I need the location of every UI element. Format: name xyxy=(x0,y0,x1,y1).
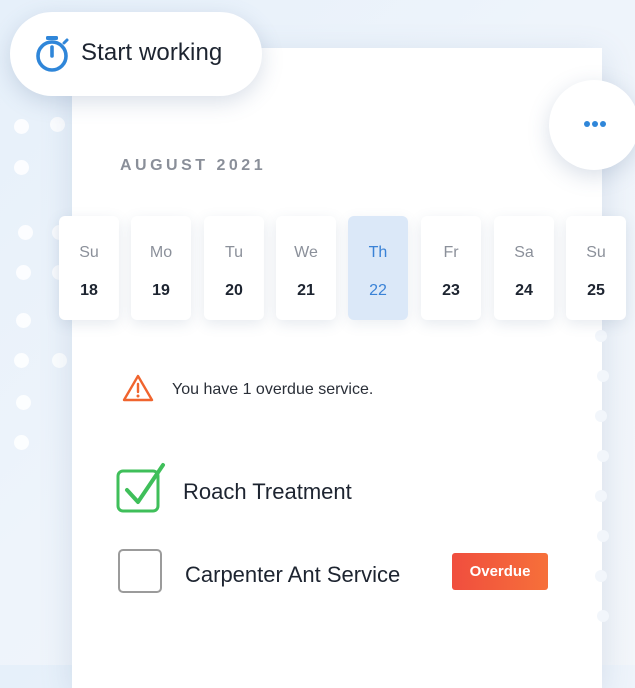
task-label: Roach Treatment xyxy=(183,479,352,504)
day-number: 20 xyxy=(225,282,243,299)
day-name: Fr xyxy=(443,244,459,261)
start-working-label: Start working xyxy=(81,39,223,66)
overdue-badge: Overdue xyxy=(452,553,548,590)
day-name: Su xyxy=(586,244,606,261)
day-name: Su xyxy=(79,244,99,261)
task-checkbox-checked[interactable] xyxy=(115,460,171,516)
day-number: 22 xyxy=(369,282,387,299)
day-name: Th xyxy=(368,244,388,261)
task-checkbox-unchecked[interactable] xyxy=(118,549,162,593)
day-tile[interactable]: Mo 19 xyxy=(131,216,191,320)
day-number: 18 xyxy=(80,282,98,299)
day-number: 19 xyxy=(152,282,170,299)
day-number: 23 xyxy=(442,282,460,299)
month-label: AUGUST 2021 xyxy=(120,157,267,174)
day-tile[interactable]: Tu 20 xyxy=(204,216,264,320)
stopwatch-icon xyxy=(36,36,69,72)
day-tile[interactable]: Su 18 xyxy=(59,216,119,320)
warning-triangle-icon xyxy=(122,374,154,402)
start-working-button[interactable]: Start working xyxy=(10,12,262,96)
day-tile[interactable]: Su 25 xyxy=(566,216,626,320)
task-label: Carpenter Ant Service xyxy=(185,562,401,587)
day-number: 25 xyxy=(587,282,605,299)
more-options-button[interactable] xyxy=(549,80,635,170)
more-dots-icon xyxy=(584,121,606,127)
day-tile[interactable]: Sa 24 xyxy=(494,216,554,320)
day-name: Mo xyxy=(149,244,173,261)
day-name: Tu xyxy=(224,244,244,261)
day-tile-selected[interactable]: Th 22 xyxy=(348,216,408,320)
overdue-warning-text: You have 1 overdue service. xyxy=(172,381,374,398)
day-number: 21 xyxy=(297,282,315,299)
day-name: We xyxy=(294,244,318,261)
day-tile[interactable]: Fr 23 xyxy=(421,216,481,320)
day-name: Sa xyxy=(514,244,534,261)
day-tile[interactable]: We 21 xyxy=(276,216,336,320)
day-number: 24 xyxy=(515,282,533,299)
